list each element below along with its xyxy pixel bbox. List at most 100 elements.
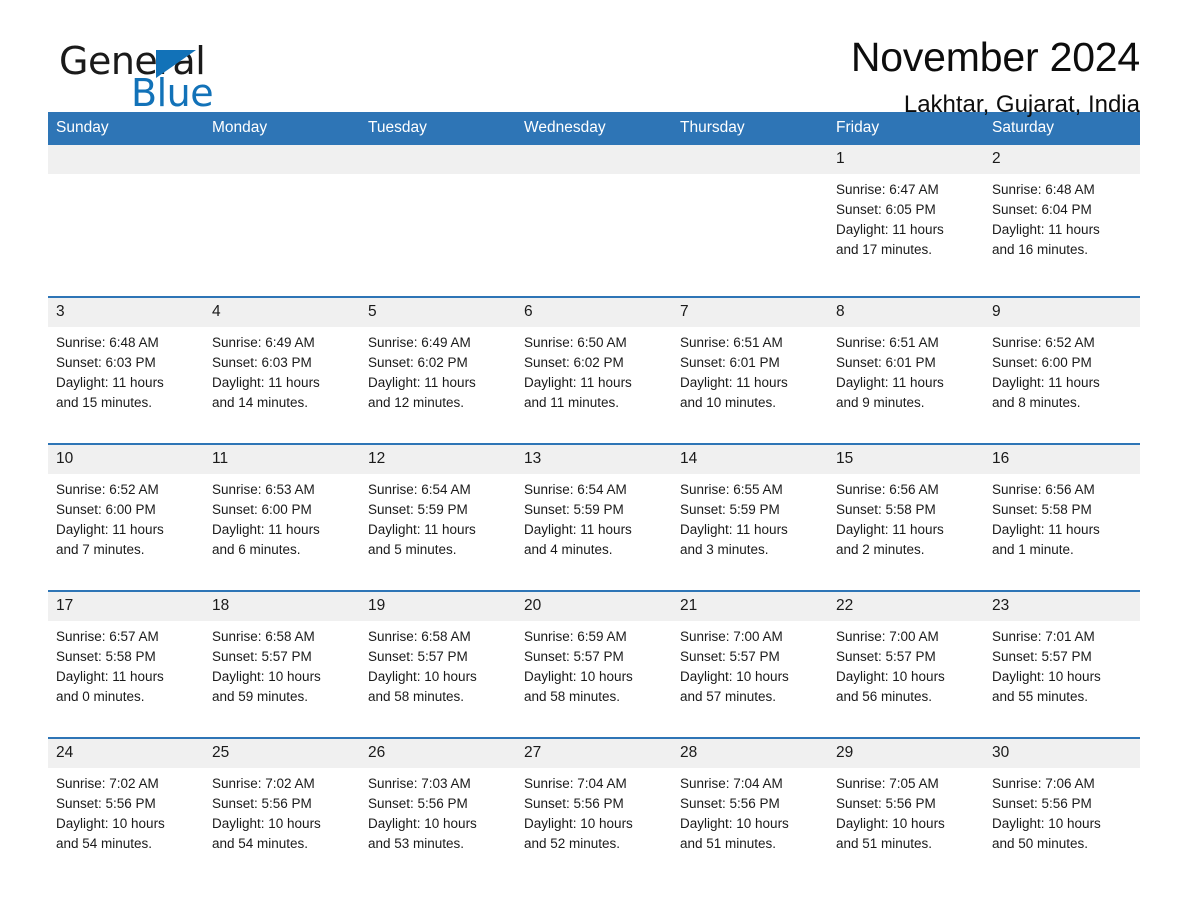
calendar-day-cell[interactable]: 11 Sunrise: 6:53 AM Sunset: 6:00 PM Dayligh… [204, 443, 360, 591]
calendar-cell-empty [516, 145, 672, 297]
sunset-text: Sunset: 5:57 PM [524, 649, 624, 664]
sunrise-text: Sunrise: 6:55 AM [680, 482, 783, 497]
daylight-text-cont: and 2 minutes. [836, 542, 925, 557]
calendar-day-cell[interactable]: 3 Sunrise: 6:48 AM Sunset: 6:03 PM Daylight… [48, 296, 204, 444]
daylight-text-cont: and 15 minutes. [56, 395, 153, 410]
day-details: Sunrise: 7:02 AM Sunset: 5:56 PM Daylight:… [204, 768, 360, 884]
calendar-day-cell[interactable]: 26 Sunrise: 7:03 AM Sunset: 5:56 PM Dayligh… [360, 737, 516, 884]
calendar-day-cell[interactable]: 15 Sunrise: 6:56 AM Sunset: 5:58 PM Dayligh… [828, 443, 984, 591]
day-number: 17 [48, 592, 204, 621]
day-details: Sunrise: 6:51 AM Sunset: 6:01 PM Daylight:… [672, 327, 828, 443]
daylight-text: Daylight: 11 hours [992, 375, 1100, 390]
weekday-header-wednesday: Wednesday [516, 112, 672, 145]
calendar-day-cell[interactable]: 29 Sunrise: 7:05 AM Sunset: 5:56 PM Dayligh… [828, 737, 984, 884]
calendar-day-cell[interactable]: 12 Sunrise: 6:54 AM Sunset: 5:59 PM Dayligh… [360, 443, 516, 591]
logo-text-blue: Blue [131, 71, 214, 115]
sunset-text: Sunset: 5:57 PM [368, 649, 468, 664]
sunrise-text: Sunrise: 6:58 AM [212, 629, 315, 644]
daylight-text-cont: and 3 minutes. [680, 542, 769, 557]
day-number: 14 [672, 445, 828, 474]
day-details: Sunrise: 6:56 AM Sunset: 5:58 PM Daylight:… [828, 474, 984, 590]
daylight-text-cont: and 52 minutes. [524, 836, 621, 851]
daylight-text-cont: and 58 minutes. [524, 689, 621, 704]
calendar-day-cell[interactable]: 25 Sunrise: 7:02 AM Sunset: 5:56 PM Dayligh… [204, 737, 360, 884]
calendar-day-cell[interactable]: 21 Sunrise: 7:00 AM Sunset: 5:57 PM Dayligh… [672, 590, 828, 738]
calendar-day-cell[interactable]: 24 Sunrise: 7:02 AM Sunset: 5:56 PM Dayligh… [48, 737, 204, 884]
calendar-day-cell[interactable]: 2 Sunrise: 6:48 AM Sunset: 6:04 PM Daylight… [984, 145, 1140, 297]
day-details [672, 174, 828, 296]
day-number: 29 [828, 739, 984, 768]
sunset-text: Sunset: 6:00 PM [212, 502, 312, 517]
calendar-day-cell[interactable]: 22 Sunrise: 7:00 AM Sunset: 5:57 PM Dayligh… [828, 590, 984, 738]
day-number [204, 145, 360, 174]
sunrise-text: Sunrise: 7:00 AM [680, 629, 783, 644]
calendar-cell-empty [48, 145, 204, 297]
sunset-text: Sunset: 6:03 PM [56, 355, 156, 370]
day-details: Sunrise: 6:53 AM Sunset: 6:00 PM Daylight:… [204, 474, 360, 590]
daylight-text-cont: and 55 minutes. [992, 689, 1089, 704]
day-number: 4 [204, 298, 360, 327]
day-number: 25 [204, 739, 360, 768]
calendar-day-cell[interactable]: 6 Sunrise: 6:50 AM Sunset: 6:02 PM Daylight… [516, 296, 672, 444]
daylight-text: Daylight: 11 hours [836, 522, 944, 537]
day-number: 1 [828, 145, 984, 174]
calendar-day-cell[interactable]: 28 Sunrise: 7:04 AM Sunset: 5:56 PM Dayligh… [672, 737, 828, 884]
sunrise-text: Sunrise: 6:56 AM [836, 482, 939, 497]
calendar-day-cell[interactable]: 5 Sunrise: 6:49 AM Sunset: 6:02 PM Daylight… [360, 296, 516, 444]
daylight-text-cont: and 57 minutes. [680, 689, 777, 704]
sunrise-text: Sunrise: 6:56 AM [992, 482, 1095, 497]
calendar-day-cell[interactable]: 30 Sunrise: 7:06 AM Sunset: 5:56 PM Dayligh… [984, 737, 1140, 884]
calendar-day-cell[interactable]: 4 Sunrise: 6:49 AM Sunset: 6:03 PM Daylight… [204, 296, 360, 444]
day-number: 15 [828, 445, 984, 474]
sunset-text: Sunset: 5:57 PM [680, 649, 780, 664]
day-number [360, 145, 516, 174]
calendar-day-cell[interactable]: 18 Sunrise: 6:58 AM Sunset: 5:57 PM Dayligh… [204, 590, 360, 738]
calendar-day-cell[interactable]: 17 Sunrise: 6:57 AM Sunset: 5:58 PM Dayligh… [48, 590, 204, 738]
day-details: Sunrise: 7:06 AM Sunset: 5:56 PM Daylight:… [984, 768, 1140, 884]
daylight-text: Daylight: 11 hours [836, 375, 944, 390]
sunrise-text: Sunrise: 6:52 AM [992, 335, 1095, 350]
daylight-text-cont: and 54 minutes. [212, 836, 309, 851]
day-details: Sunrise: 6:56 AM Sunset: 5:58 PM Daylight:… [984, 474, 1140, 590]
calendar-week-row: 17 Sunrise: 6:57 AM Sunset: 5:58 PM Dayligh… [48, 590, 1140, 738]
daylight-text-cont: and 14 minutes. [212, 395, 309, 410]
calendar-day-cell[interactable]: 1 Sunrise: 6:47 AM Sunset: 6:05 PM Daylight… [828, 145, 984, 297]
calendar-day-cell[interactable]: 23 Sunrise: 7:01 AM Sunset: 5:57 PM Dayligh… [984, 590, 1140, 738]
sunset-text: Sunset: 5:59 PM [524, 502, 624, 517]
daylight-text: Daylight: 11 hours [524, 375, 632, 390]
calendar-day-cell[interactable]: 9 Sunrise: 6:52 AM Sunset: 6:00 PM Daylight… [984, 296, 1140, 444]
calendar-day-cell[interactable]: 16 Sunrise: 6:56 AM Sunset: 5:58 PM Dayligh… [984, 443, 1140, 591]
generalblue-logo[interactable]: General Blue [48, 42, 308, 114]
sunset-text: Sunset: 5:58 PM [992, 502, 1092, 517]
daylight-text-cont: and 8 minutes. [992, 395, 1081, 410]
daylight-text: Daylight: 11 hours [56, 522, 164, 537]
sunrise-text: Sunrise: 6:53 AM [212, 482, 315, 497]
calendar-day-cell[interactable]: 10 Sunrise: 6:52 AM Sunset: 6:00 PM Dayligh… [48, 443, 204, 591]
daylight-text-cont: and 59 minutes. [212, 689, 309, 704]
daylight-text-cont: and 17 minutes. [836, 242, 933, 257]
day-details: Sunrise: 6:57 AM Sunset: 5:58 PM Daylight:… [48, 621, 204, 737]
daylight-text: Daylight: 11 hours [836, 222, 944, 237]
day-details: Sunrise: 6:50 AM Sunset: 6:02 PM Daylight:… [516, 327, 672, 443]
calendar-day-cell[interactable]: 27 Sunrise: 7:04 AM Sunset: 5:56 PM Dayligh… [516, 737, 672, 884]
day-details: Sunrise: 7:05 AM Sunset: 5:56 PM Daylight:… [828, 768, 984, 884]
sunrise-text: Sunrise: 6:51 AM [680, 335, 783, 350]
weekday-header-sunday: Sunday [48, 112, 204, 145]
daylight-text: Daylight: 10 hours [212, 669, 321, 684]
calendar-day-cell[interactable]: 7 Sunrise: 6:51 AM Sunset: 6:01 PM Daylight… [672, 296, 828, 444]
sunset-text: Sunset: 5:57 PM [212, 649, 312, 664]
day-details: Sunrise: 7:03 AM Sunset: 5:56 PM Daylight:… [360, 768, 516, 884]
day-details: Sunrise: 6:49 AM Sunset: 6:03 PM Daylight:… [204, 327, 360, 443]
sunset-text: Sunset: 6:02 PM [368, 355, 468, 370]
calendar-day-cell[interactable]: 13 Sunrise: 6:54 AM Sunset: 5:59 PM Dayligh… [516, 443, 672, 591]
calendar-day-cell[interactable]: 8 Sunrise: 6:51 AM Sunset: 6:01 PM Daylight… [828, 296, 984, 444]
daylight-text: Daylight: 11 hours [212, 375, 320, 390]
calendar-day-cell[interactable]: 14 Sunrise: 6:55 AM Sunset: 5:59 PM Dayligh… [672, 443, 828, 591]
day-number: 6 [516, 298, 672, 327]
sunrise-text: Sunrise: 6:50 AM [524, 335, 627, 350]
sunset-text: Sunset: 5:59 PM [680, 502, 780, 517]
sunrise-text: Sunrise: 7:06 AM [992, 776, 1095, 791]
calendar-day-cell[interactable]: 20 Sunrise: 6:59 AM Sunset: 5:57 PM Dayligh… [516, 590, 672, 738]
calendar-day-cell[interactable]: 19 Sunrise: 6:58 AM Sunset: 5:57 PM Dayligh… [360, 590, 516, 738]
day-number: 3 [48, 298, 204, 327]
